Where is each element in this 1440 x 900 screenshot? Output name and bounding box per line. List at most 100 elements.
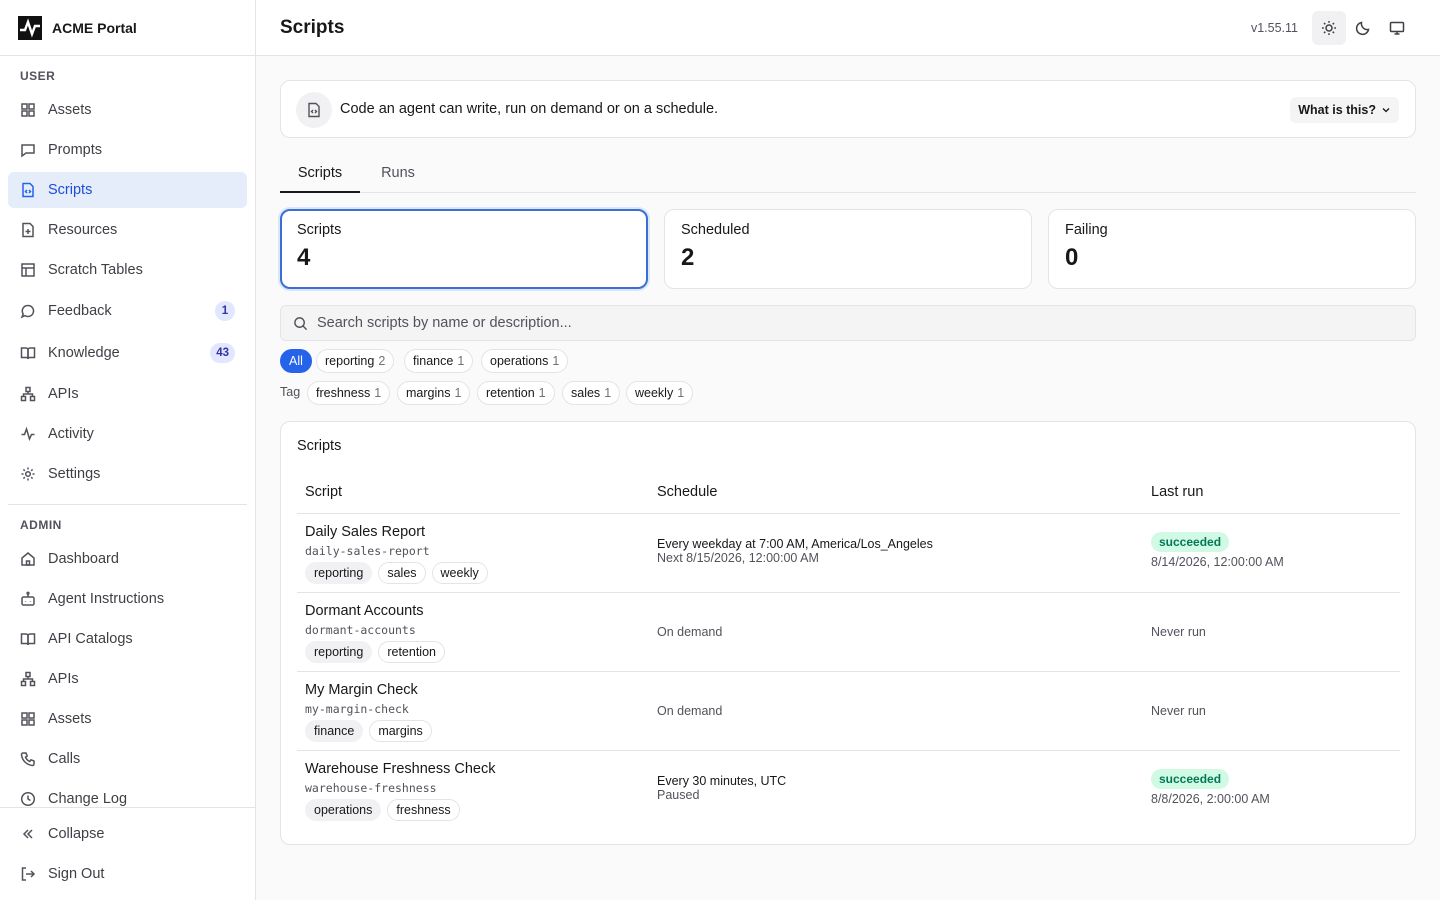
tag-filter-label: Tag (280, 385, 301, 399)
sidebar-item-apis[interactable]: APIs (8, 376, 247, 412)
sidebar-item-scratch-tables[interactable]: Scratch Tables (8, 252, 247, 288)
home-icon (20, 551, 36, 567)
column-header-last-run[interactable]: Last run (1151, 484, 1203, 500)
sidebar-item-label: Agent Instructions (48, 591, 165, 607)
script-schedule: On demand (657, 704, 723, 718)
sun-icon (1322, 21, 1336, 35)
script-tag: margins (369, 720, 432, 742)
last-run-time: 8/8/2026, 2:00:00 AM (1151, 792, 1270, 806)
sidebar-item-label: API Catalogs (48, 631, 133, 647)
schedule-next: Next 8/15/2026, 12:00:00 AM (657, 551, 819, 565)
column-header-script[interactable]: Script (305, 484, 342, 500)
sidebar-item-change-log[interactable]: Change Log (8, 781, 247, 817)
filter-chip-all[interactable]: All (280, 349, 312, 373)
status-badge: succeeded (1151, 769, 1230, 789)
theme-switcher (1312, 11, 1416, 45)
sidebar-item-activity[interactable]: Activity (8, 416, 247, 452)
script-slug: my-margin-check (305, 702, 409, 716)
tag-chip-weekly[interactable]: weekly 1 (626, 381, 694, 405)
table-row[interactable]: Daily Sales Report daily-sales-report re… (297, 514, 1400, 593)
message-circle-icon (20, 303, 36, 319)
tag-chip-label: sales (571, 386, 601, 400)
info-banner: Code an agent can write, run on demand o… (280, 80, 1416, 138)
filter-chip-operations[interactable]: operations 1 (481, 349, 569, 373)
what-is-this-button[interactable]: What is this? (1290, 97, 1399, 123)
stat-value: 2 (681, 244, 695, 271)
script-name[interactable]: Warehouse Freshness Check (305, 761, 495, 777)
sidebar-item-label: Resources (48, 222, 118, 238)
sidebar-item-assets[interactable]: Assets (8, 92, 247, 128)
dark-theme-button[interactable] (1346, 11, 1380, 45)
filter-chip-count: 1 (457, 354, 465, 368)
sidebar-item-label: Assets (48, 102, 92, 118)
sidebar-item-knowledge[interactable]: Knowledge 43 (8, 335, 247, 371)
last-run-time: 8/14/2026, 12:00:00 AM (1151, 555, 1284, 569)
table-row[interactable]: Dormant Accounts dormant-accounts report… (297, 593, 1400, 672)
brand[interactable]: ACME Portal (0, 0, 255, 56)
filter-chip-reporting[interactable]: reporting 2 (316, 349, 395, 373)
script-name[interactable]: My Margin Check (305, 682, 418, 698)
tag-chip-count: 1 (604, 386, 612, 400)
table-row[interactable]: Warehouse Freshness Check warehouse-fres… (297, 751, 1400, 830)
brand-name: ACME Portal (52, 19, 137, 36)
tag-chip-retention[interactable]: retention 1 (477, 381, 555, 405)
script-slug: warehouse-freshness (305, 781, 437, 795)
tag-chip-freshness[interactable]: freshness 1 (307, 381, 391, 405)
stat-card-scheduled[interactable]: Scheduled 2 (664, 209, 1032, 289)
tag-chip-sales[interactable]: sales 1 (562, 381, 621, 405)
script-tag: sales (378, 562, 426, 584)
sidebar-item-label: APIs (48, 386, 79, 402)
message-square-icon (20, 142, 36, 158)
script-name[interactable]: Dormant Accounts (305, 603, 423, 619)
scripts-table-card: Scripts Script Schedule Last run Daily S… (280, 421, 1416, 845)
sidebar-item-admin-apis[interactable]: APIs (8, 661, 247, 697)
sidebar-item-agent-instructions[interactable]: Agent Instructions (8, 581, 247, 617)
info-text: Code an agent can write, run on demand o… (340, 101, 719, 117)
network-icon (20, 386, 36, 402)
sidebar-item-api-catalogs[interactable]: API Catalogs (8, 621, 247, 657)
collapse-label: Collapse (48, 826, 105, 842)
sidebar-item-resources[interactable]: Resources (8, 212, 247, 248)
sidebar-item-dashboard[interactable]: Dashboard (8, 541, 247, 577)
file-code-icon (20, 182, 36, 198)
column-header-schedule[interactable]: Schedule (657, 484, 717, 500)
script-name[interactable]: Daily Sales Report (305, 524, 425, 540)
search-input[interactable] (317, 306, 1397, 340)
collapse-button[interactable]: Collapse (8, 816, 247, 852)
tag-chip-count: 1 (677, 386, 685, 400)
sidebar-item-label: Assets (48, 711, 92, 727)
sidebar-item-feedback[interactable]: Feedback 1 (8, 293, 247, 329)
light-theme-button[interactable] (1312, 11, 1346, 45)
sidebar-item-admin-assets[interactable]: Assets (8, 701, 247, 737)
tag-chip-margins[interactable]: margins 1 (397, 381, 471, 405)
system-theme-button[interactable] (1380, 11, 1414, 45)
stat-card-failing[interactable]: Failing 0 (1048, 209, 1416, 289)
script-tags: finance margins (305, 720, 432, 742)
sidebar-item-label: Settings (48, 466, 101, 482)
knowledge-count-badge: 43 (210, 343, 235, 363)
table-row[interactable]: My Margin Check my-margin-check finance … (297, 672, 1400, 751)
filter-chip-count: 1 (552, 354, 560, 368)
sidebar-item-scripts[interactable]: Scripts (8, 172, 247, 208)
sidebar-item-label: Calls (48, 751, 81, 767)
phone-icon (20, 751, 36, 767)
tag-chip-label: margins (406, 386, 451, 400)
tag-chip-count: 1 (374, 386, 382, 400)
tab-scripts[interactable]: Scripts (280, 154, 360, 193)
chevron-down-icon (1382, 108, 1390, 113)
tab-runs[interactable]: Runs (372, 154, 424, 192)
version-label: v1.55.11 (1250, 21, 1298, 35)
last-run: succeeded 8/8/2026, 2:00:00 AM (1151, 769, 1270, 806)
sign-out-button[interactable]: Sign Out (8, 856, 247, 892)
stat-value: 4 (297, 244, 311, 271)
sidebar-item-calls[interactable]: Calls (8, 741, 247, 777)
filter-chip-label: All (289, 354, 303, 368)
sidebar-footer-divider (0, 807, 255, 808)
sidebar-item-settings[interactable]: Settings (8, 456, 247, 492)
sidebar-item-prompts[interactable]: Prompts (8, 132, 247, 168)
user-section-label: USER (20, 69, 56, 83)
what-is-this-label: What is this? (1298, 103, 1376, 117)
stat-card-scripts[interactable]: Scripts 4 (280, 209, 648, 289)
topbar: Scripts v1.55.11 (256, 0, 1440, 56)
filter-chip-finance[interactable]: finance 1 (404, 349, 474, 373)
